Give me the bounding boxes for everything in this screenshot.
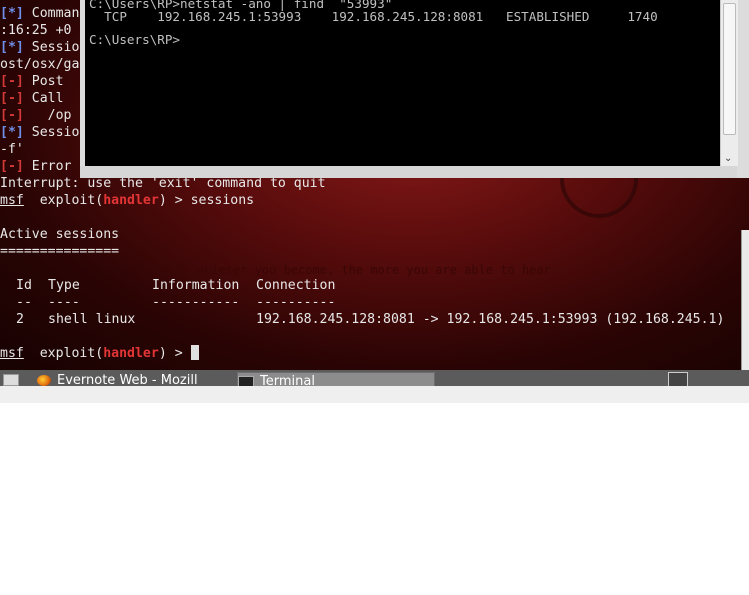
firefox-icon — [37, 375, 51, 386]
taskbar-item-label: Evernote Web - Mozill — [57, 373, 198, 386]
tray-terminal-icon[interactable] — [668, 372, 688, 386]
taskbar-item-label: Terminal — [260, 374, 315, 386]
sessions-header-id: Id — [16, 278, 32, 293]
cmd-scrollbar[interactable]: ⌄ — [720, 0, 738, 166]
msf-final-prompt[interactable]: msf exploit(handler) > — [0, 345, 199, 362]
msf-partial-line: [-] /op — [0, 108, 72, 123]
msf-prompt-line: msf exploit(handler) > sessions — [0, 193, 255, 208]
cmd-line: C:\Users\RP> — [89, 32, 180, 47]
taskbar: Evernote Web - Mozill Terminal — [0, 370, 749, 403]
text-cursor — [190, 345, 199, 360]
msf-partial-line: :16:25 +0 — [0, 23, 72, 38]
active-sessions-underline: =============== — [0, 244, 120, 259]
taskbar-strip: Evernote Web - Mozill Terminal — [0, 370, 749, 386]
scroll-down-arrow-icon[interactable]: ⌄ — [724, 153, 732, 164]
sessions-header-connection: Connection — [256, 278, 336, 293]
msf-partial-line: [-] Call — [0, 91, 72, 106]
session-row-type: shell linux — [48, 312, 136, 327]
terminal-icon — [238, 376, 254, 386]
sessions-dash-id: -- — [16, 295, 32, 310]
session-row-id: 2 — [16, 312, 24, 327]
msf-partial-line: ost/osx/ga — [0, 57, 80, 72]
msf-partial-line: -f' — [0, 142, 24, 157]
show-desktop-icon[interactable] — [3, 374, 19, 386]
sessions-dash-type: ---- — [48, 295, 80, 310]
msf-partial-line: [-] Post — [0, 74, 72, 89]
window-edge — [741, 230, 749, 370]
cmd-output[interactable]: C:\Users\RP>netstat -ano | find "53993" … — [85, 0, 720, 166]
cmd-window-bottom-border — [80, 166, 737, 178]
taskbar-item-terminal[interactable]: Terminal — [237, 372, 435, 386]
msf-partial-line: [*] Sessio — [0, 40, 80, 55]
msf-partial-line: [*] Command — [0, 6, 88, 21]
sessions-dash-information: ----------- — [152, 295, 240, 310]
taskbar-item-evernote[interactable]: Evernote Web - Mozill — [37, 372, 232, 386]
session-row-connection: 192.168.245.128:8081 -> 192.168.245.1:53… — [256, 312, 725, 327]
active-sessions-title: Active sessions — [0, 227, 120, 242]
sessions-dash-connection: ---------- — [256, 295, 336, 310]
sessions-header-type: Type — [48, 278, 80, 293]
scrollbar-thumb[interactable] — [723, 3, 736, 135]
msf-partial-line: [*] Sessio — [0, 125, 80, 140]
sessions-header-information: Information — [152, 278, 240, 293]
cmd-window[interactable]: C:\Users\RP>netstat -ano | find "53993" … — [80, 0, 749, 178]
msf-partial-line: [-] Error — [0, 159, 72, 174]
cmd-line: TCP 192.168.245.1:53993 192.168.245.128:… — [89, 9, 658, 24]
